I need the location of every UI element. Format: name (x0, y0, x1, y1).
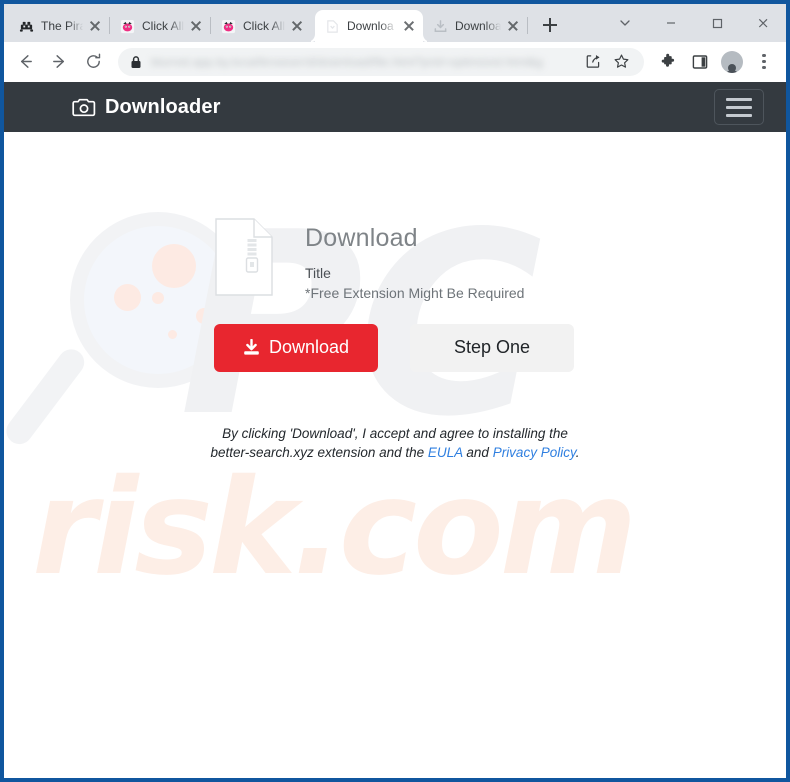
tab-downloader-active[interactable]: Downloa (315, 10, 423, 42)
tab-the-pirate[interactable]: The Pirat (9, 10, 109, 42)
download-card: Download Title *Free Extension Might Be … (215, 218, 575, 301)
share-icon[interactable] (580, 49, 606, 75)
eula-link[interactable]: EULA (428, 445, 463, 460)
close-icon[interactable] (188, 18, 204, 34)
browser-window: The Pirat Click Allo Click Allo Downloa … (0, 0, 790, 782)
pink-robot-icon (220, 18, 236, 34)
card-note: *Free Extension Might Be Required (305, 284, 525, 301)
main-content: Download Title *Free Extension Might Be … (4, 132, 786, 462)
download-page-icon (324, 18, 340, 34)
close-icon[interactable] (87, 18, 103, 34)
disclaimer-part-3: . (575, 444, 580, 460)
side-panel-icon[interactable] (686, 47, 714, 77)
disclaimer-part-2: and (462, 444, 493, 460)
download-button-label: Download (268, 337, 350, 358)
page-content: PC risk.com Downloader (4, 82, 786, 778)
step-one-button[interactable]: Step One (410, 323, 574, 372)
tab-separator (527, 17, 528, 34)
tab-title: The Pirat (41, 19, 85, 33)
brand-name: Downloader (105, 95, 221, 118)
profile-avatar[interactable] (718, 47, 746, 77)
forward-icon[interactable] (44, 47, 74, 77)
close-icon[interactable] (289, 18, 305, 34)
close-window-icon[interactable] (740, 6, 786, 40)
three-dots (762, 54, 766, 69)
address-bar[interactable]: blurred.app.by.local/browser/d/download/… (118, 47, 644, 76)
url-text: blurred.app.by.local/browser/d/download/… (151, 54, 544, 69)
brand: Downloader (72, 96, 220, 119)
new-tab-button[interactable] (536, 11, 564, 39)
close-icon[interactable] (505, 18, 521, 34)
site-header: Downloader (4, 82, 786, 132)
lock-icon (130, 55, 142, 69)
minimize-icon[interactable] (648, 6, 694, 40)
download-button[interactable]: Download (214, 323, 378, 372)
tab-title: Downloa (347, 19, 394, 33)
window-controls (602, 4, 786, 42)
tab-click-allow-1[interactable]: Click Allo (110, 10, 210, 42)
tab-title: Click Allo (243, 19, 287, 33)
maximize-icon[interactable] (694, 6, 740, 40)
hamburger-bar (726, 105, 752, 109)
pink-robot-icon (119, 18, 135, 34)
tab-strip: The Pirat Click Allo Click Allo Downloa … (4, 4, 786, 42)
extensions-puzzle-icon[interactable] (654, 47, 682, 77)
zip-file-icon (215, 218, 273, 296)
disclaimer-text: By clicking 'Download', I accept and agr… (210, 424, 580, 462)
omnibox-actions (578, 49, 634, 75)
close-icon[interactable] (401, 18, 417, 34)
avatar (721, 50, 743, 73)
privacy-policy-link[interactable]: Privacy Policy (493, 445, 576, 460)
hamburger-bar (726, 113, 752, 117)
card-text: Download Title *Free Extension Might Be … (305, 218, 524, 301)
card-heading: Download (305, 224, 418, 252)
hamburger-menu-button[interactable] (714, 89, 764, 125)
card-title: Title (305, 264, 331, 281)
browser-toolbar: blurred.app.by.local/browser/d/download/… (4, 42, 786, 82)
download-tray-icon (432, 18, 448, 34)
back-icon[interactable] (10, 47, 40, 77)
tab-click-allow-2[interactable]: Click Allo (211, 10, 311, 42)
reload-icon[interactable] (78, 47, 108, 77)
tab-search-chevron-icon[interactable] (602, 6, 648, 40)
tab-downloader-2[interactable]: Downloa (423, 10, 527, 42)
chrome-menu-icon[interactable] (750, 47, 778, 77)
pirate-ship-icon (18, 18, 34, 34)
hamburger-bar (726, 97, 752, 101)
button-row: Download Step One (214, 323, 574, 372)
download-arrow-icon (243, 339, 260, 356)
watermark-sub-text: risk.com (32, 451, 637, 605)
tab-title: Click Allo (142, 19, 186, 33)
tab-title: Downloa (455, 19, 502, 33)
bookmark-star-icon[interactable] (608, 49, 634, 75)
camera-icon (72, 98, 96, 117)
